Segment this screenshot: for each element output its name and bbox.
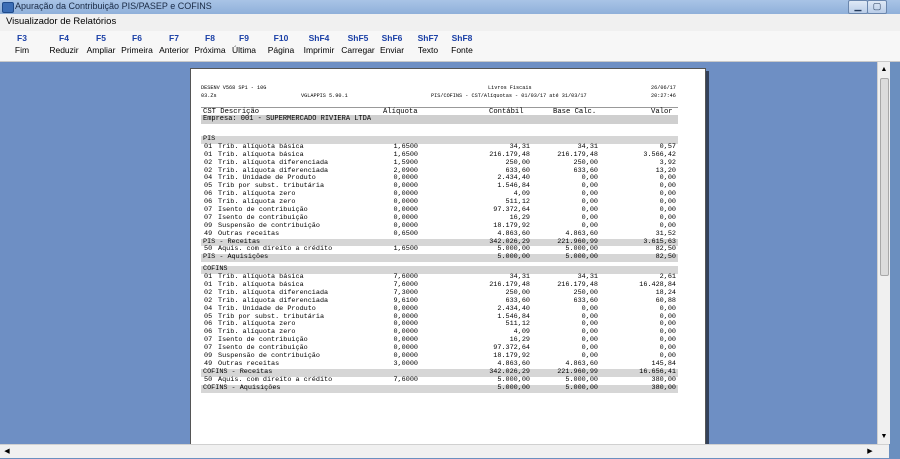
report-subtitle: PIS/COFINS - CST/Alíquotas - 01/03/17 at…: [431, 93, 587, 99]
shortcut-key: ShF4: [308, 33, 330, 43]
toolbar-label: Reduzir: [49, 45, 79, 55]
toolbar-button-reduzir[interactable]: F4 Reduzir: [47, 33, 81, 56]
shortcut-key: F3: [17, 33, 27, 43]
shortcut-key: ShF8: [451, 33, 473, 43]
toolbar-label: Fonte: [451, 45, 473, 55]
window-title-bar: Apuração da Contribuição PIS/PASEP e COF…: [0, 0, 900, 14]
toolbar-button-primeira[interactable]: F6 Primeira: [119, 33, 155, 56]
cell-contabil: 5.000,00: [497, 383, 530, 392]
scroll-right-icon[interactable]: ▶: [865, 446, 875, 457]
toolbar-button-texto[interactable]: ShF7 Texto: [413, 33, 443, 56]
toolbar: F3 Fim F4 Reduzir F5 Ampliar F6 Primeira…: [0, 31, 900, 62]
minimize-button[interactable]: ▁: [848, 0, 868, 14]
cell-base-calc: 5.000,00: [565, 253, 598, 262]
total-row: COFINS - Aquisições 5.000,00 5.000,00 380,0…: [201, 383, 678, 393]
total-label: PIS - Aquisições: [203, 253, 269, 262]
table-row: 49 Outras receitas 3,0000 4.863,60 4.863,60 1…: [201, 359, 678, 369]
cell-valor: 82,50: [655, 253, 676, 262]
shortcut-key: ShF7: [417, 33, 439, 43]
toolbar-button-enviar[interactable]: ShF6 Enviar: [377, 33, 407, 56]
report-code: 03.Zs: [201, 93, 217, 99]
company-row: Empresa: 001 - SUPERMERCADO RIVIERA LTDA: [201, 115, 678, 124]
horizontal-scrollbar[interactable]: ◀ ▶: [0, 444, 889, 458]
toolbar-label: Próxima: [194, 45, 226, 55]
cell-contabil: 5.000,00: [497, 253, 530, 262]
cell-aliquota: 3,0000: [393, 359, 418, 368]
toolbar-label: Anterior: [159, 45, 189, 55]
shortcut-key: ShF6: [381, 33, 403, 43]
shortcut-key: F9: [239, 33, 249, 43]
table-row: 49 Outras receitas 0,6500 4.863,60 4.863,60 3…: [201, 229, 678, 239]
toolbar-button-fim[interactable]: F3 Fim: [10, 33, 34, 56]
toolbar-label: Texto: [417, 45, 439, 55]
shortcut-key: F8: [205, 33, 215, 43]
cell-aliquota: 0,6500: [393, 229, 418, 238]
total-label: COFINS - Aquisições: [203, 383, 281, 392]
toolbar-label: Primeira: [121, 45, 153, 55]
viewer-title-bar: Visualizador de Relatórios: [0, 14, 900, 32]
shortcut-key: F7: [169, 33, 179, 43]
toolbar-button-fonte[interactable]: ShF8 Fonte: [447, 33, 477, 56]
shortcut-key: F6: [132, 33, 142, 43]
toolbar-button-ampliar[interactable]: F5 Ampliar: [84, 33, 118, 56]
cell-valor: 380,00: [651, 383, 676, 392]
program-name: VGLAPPIS 5.90.1: [301, 93, 348, 99]
toolbar-button-ultima[interactable]: F9 Última: [229, 33, 259, 56]
shortcut-key: ShF5: [347, 33, 369, 43]
vertical-scrollbar[interactable]: ▲ ▼: [877, 62, 890, 444]
toolbar-label: Enviar: [379, 45, 405, 55]
app-icon: [2, 2, 14, 13]
toolbar-label: Página: [267, 45, 295, 55]
report-date: 26/06/17: [651, 85, 676, 91]
viewer-title: Visualizador de Relatórios: [6, 16, 117, 27]
table-row: 50 Aquis. com direito a crédito 1,6500 5.00…: [201, 246, 678, 254]
report-header: DESENV V568 SP1 - 10G Livros Fiscais 26/…: [201, 85, 678, 101]
scroll-left-icon[interactable]: ◀: [2, 446, 12, 457]
toolbar-button-pagina[interactable]: F10 Página: [266, 33, 296, 56]
report-page: DESENV V568 SP1 - 10G Livros Fiscais 26/…: [190, 68, 706, 448]
report-time: 20:27:46: [651, 93, 676, 99]
toolbar-label: Última: [231, 45, 257, 55]
window-title: Apuração da Contribuição PIS/PASEP e COF…: [15, 1, 212, 11]
toolbar-label: Imprimir: [303, 45, 335, 55]
toolbar-button-carregar[interactable]: ShF5 Carregar: [338, 33, 378, 56]
cell-aliquota: 1,6500: [393, 245, 418, 254]
toolbar-label: Carregar: [341, 45, 375, 55]
toolbar-label: Fim: [14, 45, 30, 55]
shortcut-key: F4: [59, 33, 69, 43]
maximize-button[interactable]: ▢: [867, 0, 887, 14]
cell-base-calc: 5.000,00: [565, 383, 598, 392]
scroll-down-icon[interactable]: ▼: [879, 431, 889, 442]
report-rows: PIS 01 Trib. alíquota básica 1,6500 34,31 34,…: [201, 132, 678, 393]
toolbar-button-imprimir[interactable]: ShF4 Imprimir: [299, 33, 339, 56]
shortcut-key: F5: [96, 33, 106, 43]
total-row: PIS - Aquisições 5.000,00 5.000,00 82,50: [201, 253, 678, 263]
toolbar-button-proxima[interactable]: F8 Próxima: [193, 33, 227, 56]
cell-aliquota: 7,6000: [393, 375, 418, 384]
toolbar-button-anterior[interactable]: F7 Anterior: [156, 33, 192, 56]
system-version: DESENV V568 SP1 - 10G: [201, 85, 267, 91]
shortcut-key: F10: [273, 33, 289, 43]
toolbar-label: Ampliar: [86, 45, 116, 55]
scroll-thumb[interactable]: [880, 78, 889, 276]
report-title: Livros Fiscais: [488, 85, 532, 91]
scroll-up-icon[interactable]: ▲: [879, 64, 889, 75]
